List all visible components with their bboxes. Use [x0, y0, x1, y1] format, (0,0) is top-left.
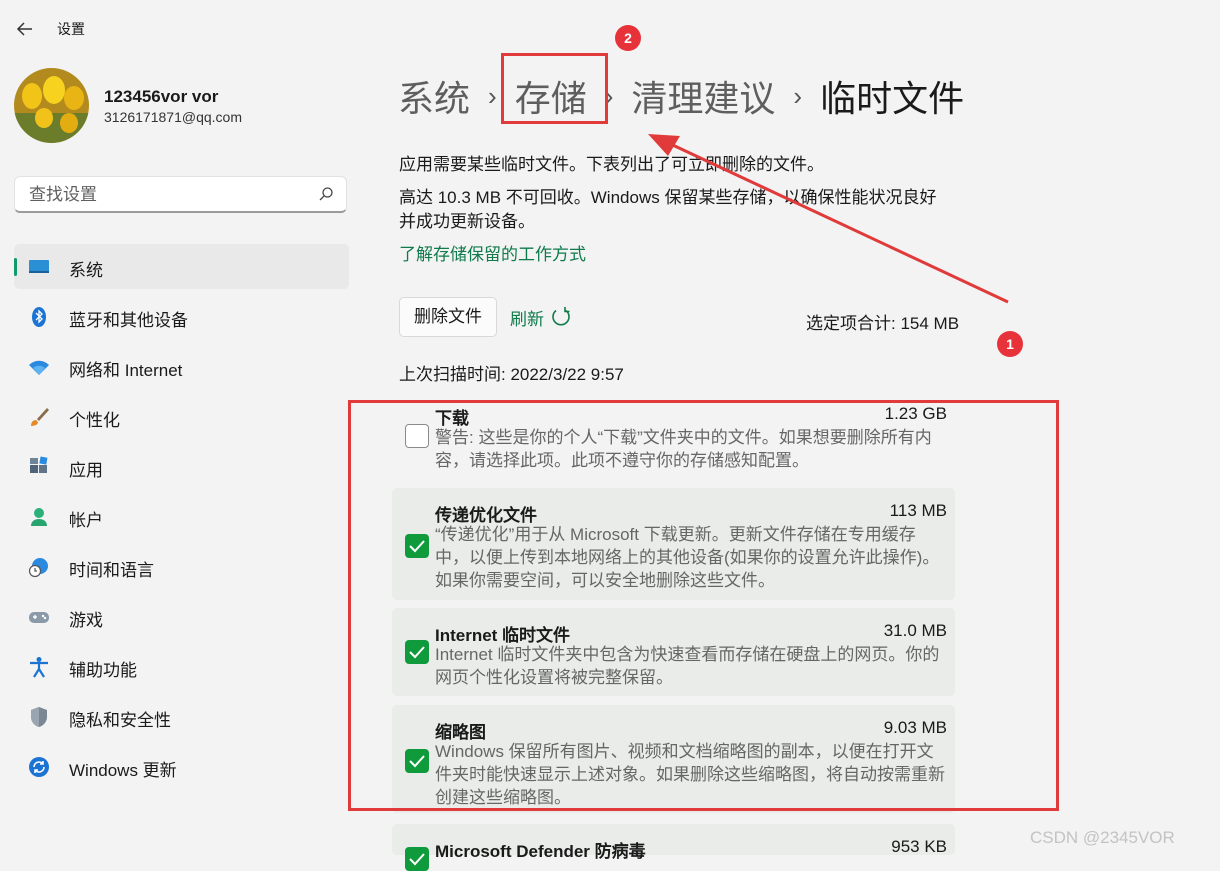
- refresh-icon[interactable]: [550, 306, 572, 328]
- item-size: 953 KB: [891, 837, 947, 856]
- sidebar-item-label: 蓝牙和其他设备: [69, 311, 188, 330]
- sidebar-item-label: 个性化: [69, 411, 120, 430]
- search-input[interactable]: [27, 183, 311, 207]
- sidebar-item-label: 隐私和安全性: [69, 711, 171, 730]
- intro-line-3: 并成功更新设备。: [399, 212, 535, 231]
- accessibility-icon: [30, 657, 48, 678]
- sidebar-item-label: 辅助功能: [69, 661, 137, 680]
- app-title: 设置: [57, 21, 85, 37]
- sidebar-item-system[interactable]: 系统: [14, 244, 349, 289]
- sidebar-item-accessibility[interactable]: 辅助功能: [14, 644, 349, 689]
- sidebar-item-personalization[interactable]: 个性化: [14, 394, 349, 439]
- search-box[interactable]: [14, 176, 347, 213]
- sidebar-item-windows-update[interactable]: Windows 更新: [14, 744, 349, 789]
- watermark: CSDN @2345VOR: [1030, 828, 1175, 847]
- sidebar-item-label: 帐户: [69, 511, 103, 530]
- brush-icon: [31, 408, 49, 426]
- breadcrumb-current: 临时文件: [820, 78, 965, 119]
- bluetooth-icon: [32, 307, 46, 327]
- breadcrumb-cleanup[interactable]: 清理建议: [631, 78, 775, 119]
- annotation-arrow: [648, 134, 1009, 304]
- search-icon[interactable]: [318, 186, 334, 202]
- sidebar-nav: 系统 蓝牙和其他设备 网络和 Internet 个性化 应用 帐户 时间和语言 …: [14, 244, 349, 794]
- shield-icon: [31, 707, 47, 727]
- gamepad-icon: [29, 612, 49, 623]
- refresh-button[interactable]: 刷新: [510, 305, 544, 330]
- annotation-badge-2: 2: [615, 25, 641, 51]
- sidebar-item-gaming[interactable]: 游戏: [14, 594, 349, 639]
- sidebar-item-time-language[interactable]: 时间和语言: [14, 544, 349, 589]
- back-arrow-icon[interactable]: [14, 18, 36, 40]
- sidebar-item-label: 时间和语言: [69, 561, 154, 580]
- account-icon: [31, 508, 47, 526]
- breadcrumb-system[interactable]: 系统: [398, 78, 470, 119]
- sidebar-item-label: 应用: [69, 461, 103, 480]
- last-scan-time: 上次扫描时间: 2022/3/22 9:57: [399, 365, 624, 384]
- sidebar-item-label: 系统: [69, 261, 103, 280]
- list-item-defender[interactable]: Microsoft Defender 防病毒 953 KB: [392, 824, 955, 871]
- sidebar-item-label: Windows 更新: [69, 761, 177, 780]
- annotation-box-files: [348, 400, 1059, 811]
- globe-clock-icon: [28, 558, 48, 578]
- selected-total: 选定项合计: 154 MB: [806, 314, 960, 333]
- storage-reserve-link[interactable]: 了解存储保留的工作方式: [399, 240, 586, 265]
- annotation-box-storage: [501, 53, 608, 124]
- checkbox-checked[interactable]: [405, 847, 429, 871]
- breadcrumb: 系统 › 存储 › 清理建议 › 临时文件: [398, 70, 964, 119]
- user-email: 3126171871@qq.com: [104, 109, 242, 125]
- sidebar-item-apps[interactable]: 应用: [14, 444, 349, 489]
- update-icon: [29, 757, 49, 777]
- sidebar-item-label: 网络和 Internet: [69, 361, 183, 380]
- sidebar-item-network[interactable]: 网络和 Internet: [14, 344, 349, 389]
- item-title: Microsoft Defender 防病毒: [435, 842, 646, 861]
- apps-icon: [30, 456, 48, 473]
- annotation-badge-1: 1: [997, 331, 1023, 357]
- delete-files-button[interactable]: 删除文件: [399, 297, 497, 337]
- sidebar-item-privacy[interactable]: 隐私和安全性: [14, 694, 349, 739]
- sidebar-item-accounts[interactable]: 帐户: [14, 494, 349, 539]
- wifi-icon: [29, 360, 49, 375]
- avatar[interactable]: [14, 68, 89, 143]
- chevron-right-icon: ›: [488, 80, 497, 111]
- sidebar-item-label: 游戏: [69, 611, 103, 630]
- sidebar-item-bluetooth[interactable]: 蓝牙和其他设备: [14, 294, 349, 339]
- system-icon: [29, 260, 49, 273]
- user-name: 123456vor vor: [104, 87, 219, 106]
- chevron-right-icon: ›: [793, 80, 803, 111]
